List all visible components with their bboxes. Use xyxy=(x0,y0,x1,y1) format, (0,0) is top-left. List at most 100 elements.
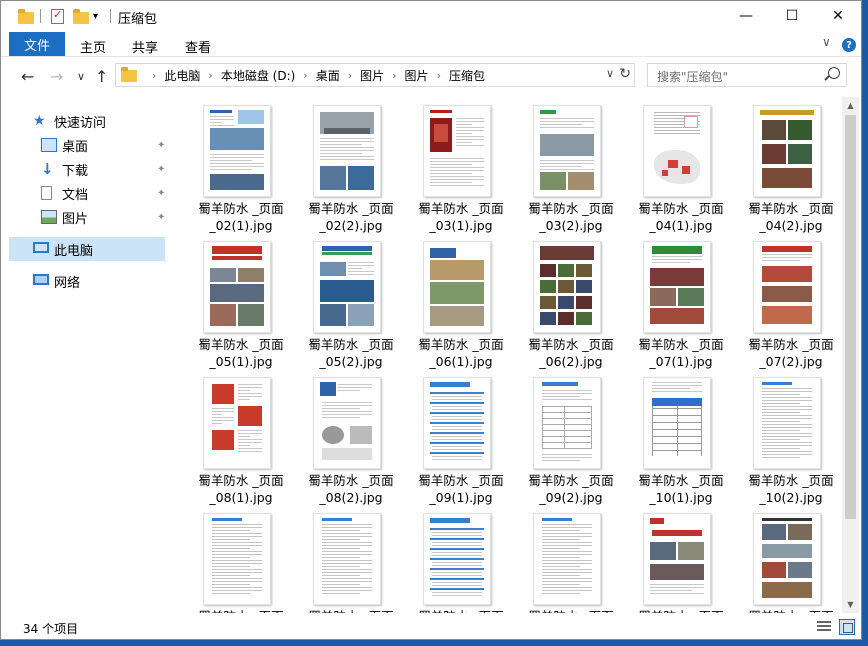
file-name-line2: _08(2).jpg xyxy=(319,490,383,505)
breadcrumb-separator[interactable]: › xyxy=(392,69,396,82)
breadcrumb: › 此电脑 › 本地磁盘 (D:) › 桌面 › 图片 › 图片 › 压缩包 xyxy=(144,64,485,86)
file-name: 蜀羊防水 _页面 xyxy=(623,608,739,613)
pin-icon[interactable]: ✦ xyxy=(157,188,165,199)
file-name-line2: _05(2).jpg xyxy=(319,354,383,369)
file-name-line2: _02(1).jpg xyxy=(209,218,273,233)
file-thumbnail xyxy=(533,377,601,469)
sidebar-item[interactable]: 图片 ✦ xyxy=(9,205,165,229)
scroll-up-icon[interactable]: ▲ xyxy=(842,97,859,114)
title-separator xyxy=(40,7,41,25)
file-thumbnail xyxy=(643,513,711,605)
file-name: 蜀羊防水 _页面 _08(1).jpg xyxy=(183,472,299,506)
file-name-line1: 蜀羊防水 _页面 xyxy=(198,201,284,216)
file-thumbnail xyxy=(313,105,381,197)
breadcrumb-separator[interactable]: › xyxy=(208,69,212,82)
minimize-button[interactable]: — xyxy=(723,1,769,31)
sidebar-item-label: 文档 xyxy=(62,187,89,203)
search-box[interactable]: 搜索"压缩包" xyxy=(647,63,847,87)
breadcrumb-separator[interactable]: › xyxy=(437,69,441,82)
sidebar-item[interactable]: ↓ 下载 ✦ xyxy=(9,157,165,181)
sidebar-item[interactable]: 此电脑 xyxy=(9,237,165,261)
forward-button[interactable]: → xyxy=(50,67,63,86)
file-thumbnail xyxy=(643,105,711,197)
sidebar-item-label: 网络 xyxy=(54,275,81,291)
file-name: 蜀羊防水 _页面 _04(2).jpg xyxy=(733,200,842,234)
file-name-line2: _07(2).jpg xyxy=(759,354,823,369)
pin-icon[interactable]: ✦ xyxy=(157,164,165,175)
breadcrumb-item[interactable]: 压缩包 xyxy=(449,67,485,84)
new-folder-icon[interactable] xyxy=(73,7,89,25)
file-name-line1: 蜀羊防水 _页面 xyxy=(528,337,614,352)
file-name-line2: _09(2).jpg xyxy=(539,490,603,505)
file-name-line1: 蜀羊防水 _页面 xyxy=(418,337,504,352)
file-name-line1: 蜀羊防水 _页面 xyxy=(403,608,519,613)
file-name-line1: 蜀羊防水 _页面 xyxy=(748,473,834,488)
document-icon xyxy=(41,186,52,200)
item-count: 34 个项目 xyxy=(23,622,79,636)
file-name-line1: 蜀羊防水 _页面 xyxy=(308,473,394,488)
pin-icon[interactable]: ✦ xyxy=(157,212,165,223)
quick-access-dropdown[interactable]: ▾ xyxy=(93,7,98,25)
close-button[interactable]: ✕ xyxy=(815,1,861,31)
file-name-line2: _05(1).jpg xyxy=(209,354,273,369)
file-thumbnail xyxy=(203,105,271,197)
refresh-icon[interactable]: ↻ xyxy=(619,66,631,82)
file-name-line1: 蜀羊防水 _页面 xyxy=(638,201,724,216)
file-name-line1: 蜀羊防水 _页面 xyxy=(528,201,614,216)
file-name-line2: _03(2).jpg xyxy=(539,218,603,233)
sidebar-item[interactable]: ★ 快速访问 xyxy=(9,109,165,133)
breadcrumb-item[interactable]: 图片 xyxy=(405,67,429,84)
properties-icon[interactable] xyxy=(51,7,64,25)
sidebar-item[interactable]: 桌面 ✦ xyxy=(9,133,165,157)
up-button[interactable]: ↑ xyxy=(95,67,108,86)
recent-locations-button[interactable]: ∨ xyxy=(77,70,85,83)
file-thumbnail xyxy=(533,513,601,605)
address-dropdown-button[interactable]: ∨ xyxy=(606,67,614,80)
scroll-down-icon[interactable]: ▼ xyxy=(842,596,859,613)
tab-share[interactable]: 共享 xyxy=(132,37,158,56)
tab-file[interactable]: 文件 xyxy=(9,32,65,56)
file-name: 蜀羊防水 _页面 _10(1).jpg xyxy=(623,472,739,506)
large-icons-view-icon[interactable] xyxy=(839,619,855,635)
breadcrumb-item[interactable]: 图片 xyxy=(360,67,384,84)
file-name: 蜀羊防水 _页面 xyxy=(733,608,842,613)
window-title: 压缩包 xyxy=(118,12,158,27)
file-name: 蜀羊防水 _页面 _04(1).jpg xyxy=(623,200,739,234)
file-name-line2: _09(1).jpg xyxy=(429,490,493,505)
breadcrumb-separator[interactable]: › xyxy=(303,69,307,82)
file-name-line2: _02(2).jpg xyxy=(319,218,383,233)
details-view-icon[interactable] xyxy=(816,619,832,635)
sidebar-item[interactable]: 文档 ✦ xyxy=(9,181,165,205)
file-name: 蜀羊防水 _页面 _07(1).jpg xyxy=(623,336,739,370)
vertical-scrollbar[interactable]: ▲ ▼ xyxy=(842,97,859,613)
search-input[interactable]: 搜索"压缩包" xyxy=(657,68,728,85)
tab-home[interactable]: 主页 xyxy=(80,37,106,56)
breadcrumb-item[interactable]: 桌面 xyxy=(316,67,340,84)
file-name-line2: _08(1).jpg xyxy=(209,490,273,505)
search-icon[interactable] xyxy=(828,67,840,79)
breadcrumb-item[interactable]: 此电脑 xyxy=(164,67,200,84)
breadcrumb-separator[interactable]: › xyxy=(152,69,156,82)
breadcrumb-separator[interactable]: › xyxy=(348,69,352,82)
desktop-icon xyxy=(41,138,57,152)
sidebar-item-label: 桌面 xyxy=(62,139,89,155)
address-bar[interactable]: › 此电脑 › 本地磁盘 (D:) › 桌面 › 图片 › 图片 › 压缩包 ∨ ↻ xyxy=(115,63,635,87)
file-thumbnail xyxy=(203,241,271,333)
file-name-line2: _10(2).jpg xyxy=(759,490,823,505)
file-name: 蜀羊防水 _页面 _10(2).jpg xyxy=(733,472,842,506)
help-icon[interactable]: ? xyxy=(842,38,856,52)
file-name-line1: 蜀羊防水 _页面 xyxy=(748,201,834,216)
file-name-line1: 蜀羊防水 _页面 xyxy=(308,201,394,216)
ribbon-expand-button[interactable]: ∨ xyxy=(822,35,831,49)
file-thumbnail xyxy=(313,377,381,469)
file-name-line1: 蜀羊防水 _页面 xyxy=(638,337,724,352)
file-name: 蜀羊防水 _页面 _03(1).jpg xyxy=(403,200,519,234)
breadcrumb-item[interactable]: 本地磁盘 (D:) xyxy=(221,67,295,84)
file-thumbnail xyxy=(533,105,601,197)
sidebar-item[interactable]: 网络 xyxy=(9,269,165,293)
back-button[interactable]: ← xyxy=(21,67,34,86)
pin-icon[interactable]: ✦ xyxy=(157,140,165,151)
scrollbar-thumb[interactable] xyxy=(845,115,856,519)
tab-view[interactable]: 查看 xyxy=(185,37,211,56)
maximize-button[interactable]: ☐ xyxy=(769,1,815,31)
